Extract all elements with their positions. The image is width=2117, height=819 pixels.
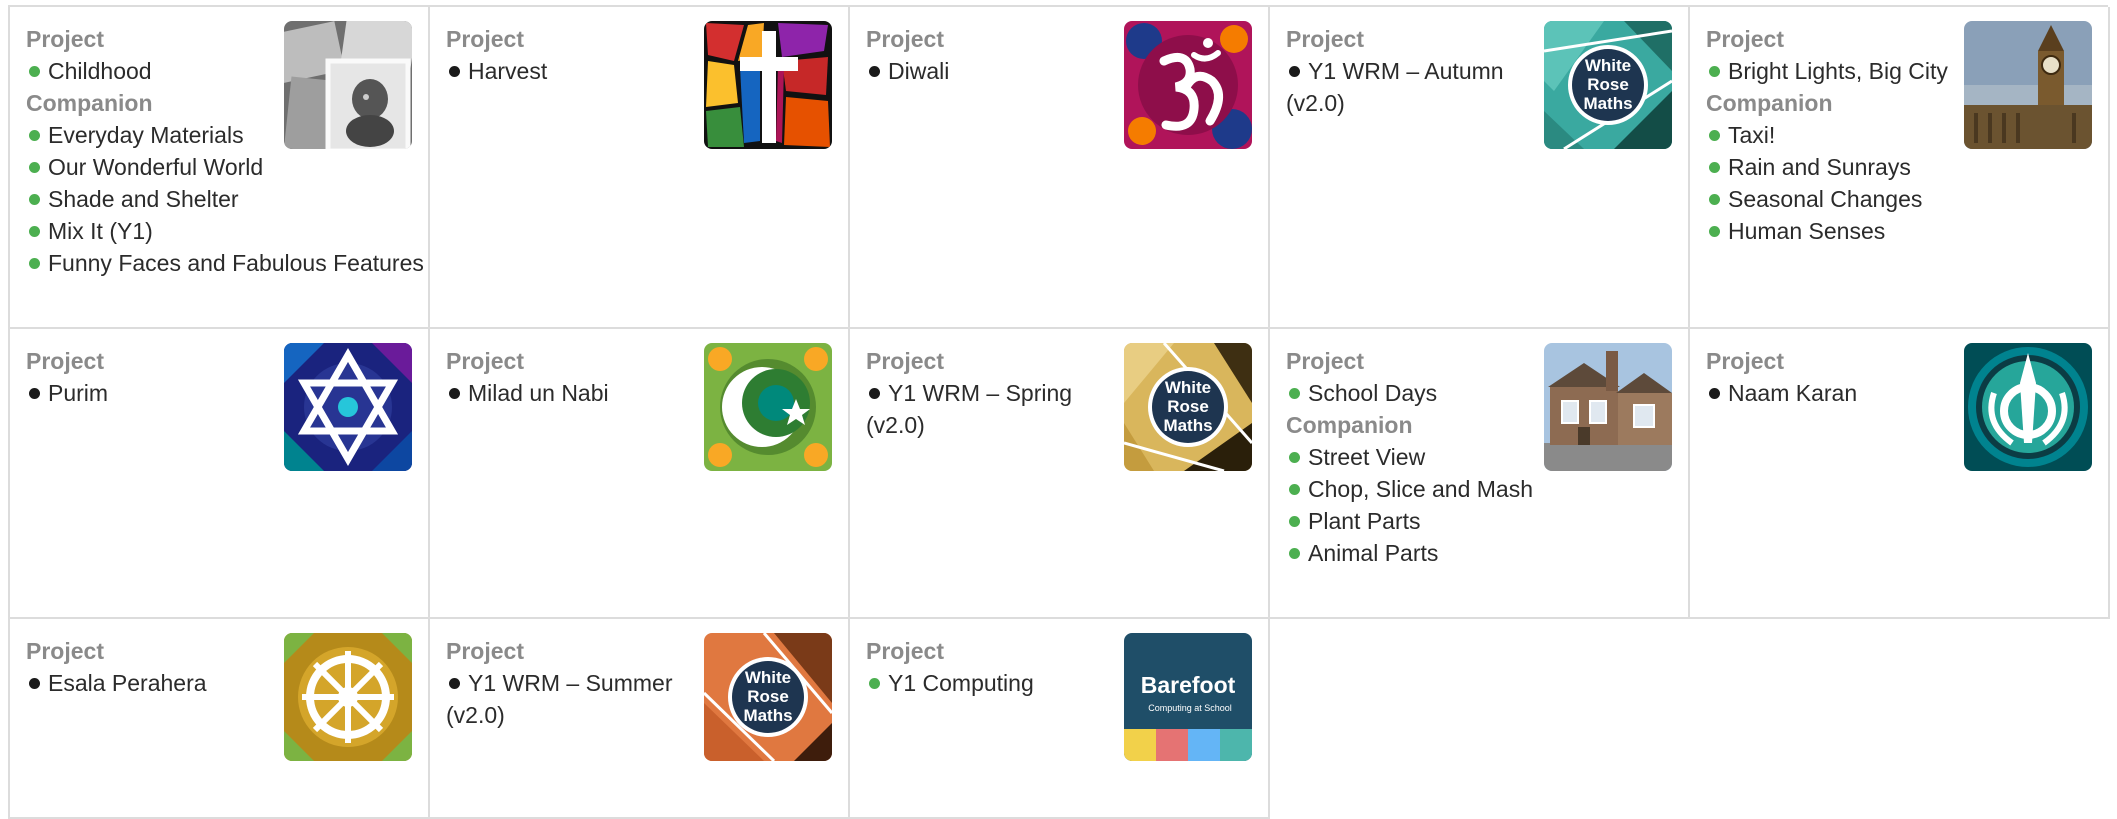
project-grid: Project Childhood Companion Everyday Mat… <box>8 5 2110 819</box>
om-symbol-icon[interactable] <box>1124 21 1252 149</box>
project-card-milad-un-nabi[interactable]: Project Milad un Nabi <box>430 329 850 619</box>
white-rose-maths-teal-icon[interactable]: White Rose Maths <box>1544 21 1672 149</box>
status-dot-icon <box>29 66 40 78</box>
project-card-wrm-spring[interactable]: White Rose Maths Project Y1 WRM – Spring… <box>850 329 1270 619</box>
project-item[interactable]: Y1 Computing <box>866 667 1121 699</box>
companion-item[interactable]: Plant Parts <box>1286 505 1686 537</box>
logo-text: Maths <box>743 706 792 725</box>
status-dot-icon <box>869 388 880 400</box>
project-card-naam-karan[interactable]: Project Naam Karan <box>1690 329 2110 619</box>
companion-item[interactable]: Seasonal Changes <box>1706 183 2106 215</box>
khanda-icon[interactable] <box>1964 343 2092 471</box>
status-dot-icon <box>29 162 40 174</box>
logo-text: White <box>1585 56 1631 75</box>
project-card-purim[interactable]: Project Purim <box>10 329 430 619</box>
companion-item[interactable]: Shade and Shelter <box>26 183 426 215</box>
white-rose-maths-gold-icon[interactable]: White Rose Maths <box>1124 343 1252 471</box>
old-photos-icon[interactable] <box>284 21 412 149</box>
crescent-star-icon[interactable] <box>704 343 832 471</box>
status-dot-icon <box>29 258 40 270</box>
white-rose-maths-orange-icon[interactable]: White Rose Maths <box>704 633 832 761</box>
companion-item[interactable]: Rain and Sunrays <box>1706 151 2106 183</box>
project-card-wrm-autumn[interactable]: White Rose Maths Project Y1 WRM – Autumn… <box>1270 7 1690 329</box>
status-dot-icon <box>1289 66 1300 78</box>
project-card-bright-lights[interactable]: Project Bright Lights, Big City Companio… <box>1690 7 2110 329</box>
project-item[interactable]: Milad un Nabi <box>446 377 701 409</box>
project-card-diwali[interactable]: Project Diwali <box>850 7 1270 329</box>
companion-item[interactable]: Human Senses <box>1706 215 2106 247</box>
project-card-harvest[interactable]: Project Harvest <box>430 7 850 329</box>
barefoot-logo-icon[interactable]: Barefoot Computing at School <box>1124 633 1252 761</box>
project-label: Project <box>26 638 104 664</box>
status-dot-icon <box>449 388 460 400</box>
dharma-wheel-icon[interactable] <box>284 633 412 761</box>
logo-text: Rose <box>1167 397 1209 416</box>
project-label: Project <box>866 638 944 664</box>
logo-text: Barefoot <box>1141 672 1236 698</box>
status-dot-icon <box>1709 162 1720 174</box>
logo-text: Maths <box>1583 94 1632 113</box>
status-dot-icon <box>1709 66 1720 78</box>
project-label: Project <box>446 348 524 374</box>
project-card-esala-perahera[interactable]: Project Esala Perahera <box>10 619 430 819</box>
status-dot-icon <box>1289 484 1300 496</box>
companion-item[interactable]: Our Wonderful World <box>26 151 426 183</box>
status-dot-icon <box>29 226 40 238</box>
project-label: Project <box>1286 26 1364 52</box>
logo-text: Maths <box>1163 416 1212 435</box>
status-dot-icon <box>1289 516 1300 528</box>
school-building-icon[interactable] <box>1544 343 1672 471</box>
project-card-wrm-summer[interactable]: White Rose Maths Project Y1 WRM – Summer… <box>430 619 850 819</box>
logo-text: Rose <box>1587 75 1629 94</box>
companion-item[interactable]: Animal Parts <box>1286 537 1686 569</box>
status-dot-icon <box>869 678 880 690</box>
project-item[interactable]: Harvest <box>446 55 701 87</box>
project-item[interactable]: Purim <box>26 377 281 409</box>
logo-text: White <box>745 668 791 687</box>
project-label: Project <box>446 26 524 52</box>
project-item[interactable]: Diwali <box>866 55 1121 87</box>
status-dot-icon <box>1289 548 1300 560</box>
empty-cell <box>1690 619 2110 819</box>
status-dot-icon <box>449 678 460 690</box>
project-card-school-days[interactable]: Project School Days Companion Street Vie… <box>1270 329 1690 619</box>
project-item[interactable]: Esala Perahera <box>26 667 281 699</box>
project-item[interactable]: Y1 WRM – Summer (v2.0) <box>446 667 701 731</box>
project-label: Project <box>26 348 104 374</box>
status-dot-icon <box>869 66 880 78</box>
status-dot-icon <box>1289 388 1300 400</box>
status-dot-icon <box>29 388 40 400</box>
cross-stained-glass-icon[interactable] <box>704 21 832 149</box>
status-dot-icon <box>29 194 40 206</box>
project-label: Project <box>1706 348 1784 374</box>
status-dot-icon <box>29 678 40 690</box>
logo-text: White <box>1165 378 1211 397</box>
status-dot-icon <box>1709 130 1720 142</box>
project-label: Project <box>866 348 944 374</box>
empty-cell <box>1270 619 1690 819</box>
status-dot-icon <box>1289 452 1300 464</box>
logo-text: Rose <box>747 687 789 706</box>
status-dot-icon <box>449 66 460 78</box>
big-ben-icon[interactable] <box>1964 21 2092 149</box>
project-card-y1-computing[interactable]: Barefoot Computing at School Project Y1 … <box>850 619 1270 819</box>
companion-item[interactable]: Mix It (Y1) <box>26 215 426 247</box>
status-dot-icon <box>1709 194 1720 206</box>
project-label: Project <box>866 26 944 52</box>
project-item[interactable]: Y1 WRM – Autumn (v2.0) <box>1286 55 1541 119</box>
companion-item[interactable]: Funny Faces and Fabulous Features <box>26 247 426 279</box>
logo-text: Computing at School <box>1148 703 1232 713</box>
status-dot-icon <box>1709 226 1720 238</box>
star-of-david-icon[interactable] <box>284 343 412 471</box>
project-card-childhood[interactable]: Project Childhood Companion Everyday Mat… <box>10 7 430 329</box>
project-item[interactable]: Y1 WRM – Spring (v2.0) <box>866 377 1121 441</box>
status-dot-icon <box>29 130 40 142</box>
status-dot-icon <box>1709 388 1720 400</box>
project-label: Project <box>446 638 524 664</box>
project-item[interactable]: Naam Karan <box>1706 377 1961 409</box>
companion-item[interactable]: Chop, Slice and Mash <box>1286 473 1686 505</box>
